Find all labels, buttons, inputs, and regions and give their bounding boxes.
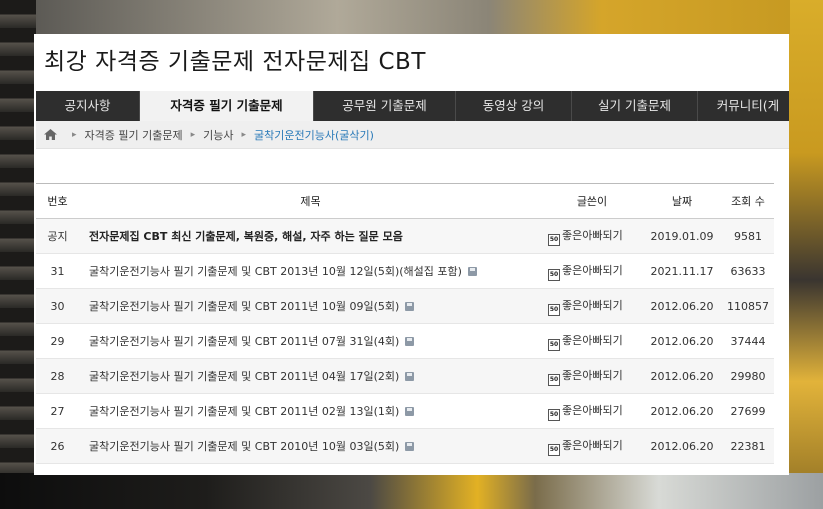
- post-title-cell[interactable]: 굴착기운전기능사 필기 기출문제 및 CBT 2011년 07월 31일(4회): [79, 323, 542, 359]
- col-header-no: 번호: [36, 183, 79, 219]
- post-date: 2012.06.20: [642, 393, 722, 429]
- post-title-cell[interactable]: 굴착기운전기능사 필기 기출문제 및 CBT 2013년 10월 12일(5회)…: [79, 253, 542, 289]
- main-nav: 공지사항 자격증 필기 기출문제 공무원 기출문제 동영상 강의 실기 기출문제…: [36, 91, 789, 121]
- chevron-right-icon: ▸: [241, 129, 247, 140]
- author-name[interactable]: 좋은아빠되기: [562, 404, 623, 417]
- table-row[interactable]: 28 굴착기운전기능사 필기 기출문제 및 CBT 2011년 04월 17일(2…: [36, 358, 774, 394]
- post-views: 22381: [722, 428, 774, 464]
- post-number: 29: [36, 323, 79, 359]
- col-header-author[interactable]: 글쓴이: [542, 183, 642, 219]
- table-row[interactable]: 27 굴착기운전기능사 필기 기출문제 및 CBT 2011년 02월 13일(1…: [36, 393, 774, 429]
- background-photo-right: [789, 0, 823, 509]
- post-author[interactable]: 50 좋은아빠되기: [542, 393, 642, 429]
- col-header-date[interactable]: 날짜: [642, 183, 722, 219]
- post-title-link[interactable]: 전자문제집 CBT 최신 기출문제, 복원중, 해설, 자주 하는 질문 모음: [89, 230, 403, 243]
- floppy-disk-icon: [405, 337, 415, 346]
- author-level-icon: 50: [548, 268, 560, 281]
- nav-item-community[interactable]: 커뮤니티(게: [698, 91, 789, 121]
- post-number: 27: [36, 393, 79, 429]
- post-views: 37444: [722, 323, 774, 359]
- chevron-right-icon: ▸: [190, 129, 196, 140]
- post-views: 27699: [722, 393, 774, 429]
- author-name[interactable]: 좋은아빠되기: [562, 299, 623, 312]
- post-views: 63633: [722, 253, 774, 289]
- post-date: 2012.06.20: [642, 323, 722, 359]
- author-level-icon: 50: [548, 373, 560, 386]
- nav-item-written-exam[interactable]: 자격증 필기 기출문제: [140, 91, 314, 121]
- background-photo-left: [0, 0, 36, 509]
- post-author[interactable]: 50 좋은아빠되기: [542, 428, 642, 464]
- nav-item-notice[interactable]: 공지사항: [36, 91, 140, 121]
- post-title-link[interactable]: 굴착기운전기능사 필기 기출문제 및 CBT 2011년 10월 09일(5회): [89, 300, 399, 313]
- post-author[interactable]: 50 좋은아빠되기: [542, 218, 642, 254]
- table-row[interactable]: 31 굴착기운전기능사 필기 기출문제 및 CBT 2013년 10월 12일(5…: [36, 253, 774, 289]
- page-panel: 최강 자격증 기출문제 전자문제집 CBT 공지사항 자격증 필기 기출문제 공…: [34, 34, 789, 475]
- post-views: 9581: [722, 218, 774, 254]
- post-views: 110857: [722, 288, 774, 324]
- notice-row[interactable]: 공지 전자문제집 CBT 최신 기출문제, 복원중, 해설, 자주 하는 질문 모…: [36, 218, 774, 254]
- post-author[interactable]: 50 좋은아빠되기: [542, 288, 642, 324]
- nav-item-practical-exam[interactable]: 실기 기출문제: [572, 91, 698, 121]
- post-number: 31: [36, 253, 79, 289]
- author-level-icon: 50: [548, 233, 560, 246]
- breadcrumb-current[interactable]: 굴착기운전기능사(굴삭기): [254, 127, 374, 143]
- table-row[interactable]: 26 굴착기운전기능사 필기 기출문제 및 CBT 2010년 10월 03일(5…: [36, 428, 774, 464]
- post-title-link[interactable]: 굴착기운전기능사 필기 기출문제 및 CBT 2011년 07월 31일(4회): [89, 335, 399, 348]
- background-photo-bottom: [0, 473, 823, 509]
- floppy-disk-icon: [405, 442, 415, 451]
- author-level-icon: 50: [548, 338, 560, 351]
- table-row[interactable]: 29 굴착기운전기능사 필기 기출문제 및 CBT 2011년 07월 31일(4…: [36, 323, 774, 359]
- post-date: 2012.06.20: [642, 358, 722, 394]
- col-header-views[interactable]: 조회 수: [722, 183, 774, 219]
- author-name[interactable]: 좋은아빠되기: [562, 334, 623, 347]
- table-row[interactable]: 30 굴착기운전기능사 필기 기출문제 및 CBT 2011년 10월 09일(5…: [36, 288, 774, 324]
- floppy-disk-icon: [405, 302, 415, 311]
- post-title-cell[interactable]: 굴착기운전기능사 필기 기출문제 및 CBT 2011년 10월 09일(5회): [79, 288, 542, 324]
- nav-item-video-lecture[interactable]: 동영상 강의: [456, 91, 572, 121]
- post-number: 30: [36, 288, 79, 324]
- site-title[interactable]: 최강 자격증 기출문제 전자문제집 CBT: [44, 42, 426, 76]
- post-number: 28: [36, 358, 79, 394]
- author-level-icon: 50: [548, 443, 560, 456]
- post-title-link[interactable]: 굴착기운전기능사 필기 기출문제 및 CBT 2013년 10월 12일(5회)…: [89, 265, 462, 278]
- breadcrumb-item[interactable]: 기능사: [203, 127, 233, 143]
- floppy-disk-icon: [405, 372, 415, 381]
- background-photo-top: [36, 0, 790, 34]
- author-name[interactable]: 좋은아빠되기: [562, 369, 623, 382]
- home-icon[interactable]: [36, 129, 64, 140]
- author-name[interactable]: 좋은아빠되기: [562, 264, 623, 277]
- floppy-disk-icon: [467, 267, 477, 276]
- post-date: 2012.06.20: [642, 428, 722, 464]
- post-title-link[interactable]: 굴착기운전기능사 필기 기출문제 및 CBT 2011년 04월 17일(2회): [89, 370, 399, 383]
- post-author[interactable]: 50 좋은아빠되기: [542, 323, 642, 359]
- author-level-icon: 50: [548, 303, 560, 316]
- breadcrumb-item[interactable]: 자격증 필기 기출문제: [85, 127, 183, 143]
- author-name[interactable]: 좋은아빠되기: [562, 439, 623, 452]
- floppy-disk-icon: [405, 407, 415, 416]
- post-title-cell[interactable]: 굴착기운전기능사 필기 기출문제 및 CBT 2011년 02월 13일(1회): [79, 393, 542, 429]
- post-title-cell[interactable]: 굴착기운전기능사 필기 기출문제 및 CBT 2011년 04월 17일(2회): [79, 358, 542, 394]
- post-title-cell[interactable]: 굴착기운전기능사 필기 기출문제 및 CBT 2010년 10월 03일(5회): [79, 428, 542, 464]
- post-views: 29980: [722, 358, 774, 394]
- post-title-cell[interactable]: 전자문제집 CBT 최신 기출문제, 복원중, 해설, 자주 하는 질문 모음: [79, 218, 542, 254]
- post-date: 2019.01.09: [642, 218, 722, 254]
- post-title-link[interactable]: 굴착기운전기능사 필기 기출문제 및 CBT 2010년 10월 03일(5회): [89, 440, 399, 453]
- post-title-link[interactable]: 굴착기운전기능사 필기 기출문제 및 CBT 2011년 02월 13일(1회): [89, 405, 399, 418]
- post-author[interactable]: 50 좋은아빠되기: [542, 253, 642, 289]
- post-table: 번호 제목 글쓴이 날짜 조회 수 공지 전자문제집 CBT 최신 기출문제, 복…: [36, 183, 774, 464]
- breadcrumb: ▸ 자격증 필기 기출문제 ▸ 기능사 ▸ 굴착기운전기능사(굴삭기): [36, 121, 789, 149]
- post-number: 공지: [36, 218, 79, 254]
- table-header: 번호 제목 글쓴이 날짜 조회 수: [36, 183, 774, 219]
- post-author[interactable]: 50 좋은아빠되기: [542, 358, 642, 394]
- post-date: 2012.06.20: [642, 288, 722, 324]
- author-name[interactable]: 좋은아빠되기: [562, 229, 623, 242]
- nav-item-civil-service[interactable]: 공무원 기출문제: [314, 91, 456, 121]
- post-date: 2021.11.17: [642, 253, 722, 289]
- chevron-right-icon: ▸: [72, 129, 77, 140]
- author-level-icon: 50: [548, 408, 560, 421]
- col-header-title: 제목: [79, 183, 542, 219]
- post-number: 26: [36, 428, 79, 464]
